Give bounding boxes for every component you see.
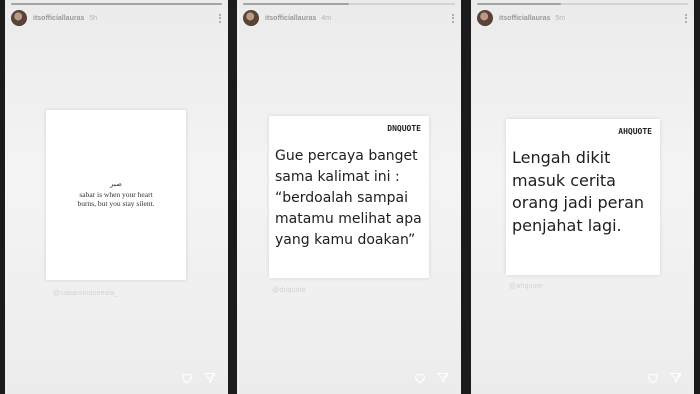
quote-line: sama kalimat ini : <box>275 169 400 185</box>
quote-line: burns, but you stay silent. <box>77 199 155 208</box>
send-icon[interactable] <box>437 372 449 384</box>
story-progress-bar <box>477 3 688 5</box>
mention-sticker[interactable]: @ahquote <box>509 283 543 290</box>
more-options-icon[interactable] <box>218 13 222 23</box>
story-footer-actions <box>646 372 682 384</box>
story-progress-bar <box>243 3 455 5</box>
heart-icon[interactable] <box>180 372 194 384</box>
quote-line: yang kamu doakan” <box>275 232 416 248</box>
quote-card: صبر sabar is when your heart burns, but … <box>46 110 186 280</box>
quote-line: “berdoalah sampai <box>275 190 408 206</box>
story-panel-3[interactable]: itsofficiallauras 5m AHQUOTE Lengah diki… <box>471 0 694 394</box>
send-icon[interactable] <box>670 372 682 384</box>
story-footer-actions <box>413 372 449 384</box>
brand-label: AHQUOTE <box>618 127 652 136</box>
quote-text: sabar is when your heart burns, but you … <box>46 190 186 208</box>
story-header: itsofficiallauras 4m <box>243 9 455 27</box>
story-time: 4m <box>321 14 332 22</box>
story-footer-actions <box>180 372 216 384</box>
story-time: 5m <box>555 14 566 22</box>
send-icon[interactable] <box>204 372 216 384</box>
story-panel-1[interactable]: itsofficiallauras 5h صبر sabar is when y… <box>5 0 228 394</box>
mention-sticker[interactable]: @sabarsindonesia_ <box>53 290 118 297</box>
more-options-icon[interactable] <box>684 13 688 23</box>
story-header: itsofficiallauras 5m <box>477 9 688 27</box>
profile-avatar[interactable] <box>11 10 27 26</box>
profile-avatar[interactable] <box>477 10 493 26</box>
mention-sticker[interactable]: @dnquote <box>272 287 306 294</box>
heart-icon[interactable] <box>413 372 427 384</box>
heart-icon[interactable] <box>646 372 660 384</box>
story-panel-2[interactable]: itsofficiallauras 4m DNQUOTE Gue percaya… <box>237 0 461 394</box>
story-header: itsofficiallauras 5h <box>11 9 222 27</box>
brand-label: DNQUOTE <box>387 124 421 133</box>
story-progress-bar <box>11 3 222 5</box>
quote-card: DNQUOTE Gue percaya banget sama kalimat … <box>269 116 429 278</box>
quote-text: Gue percaya banget sama kalimat ini : “b… <box>275 146 423 251</box>
quote-card: AHQUOTE Lengah dikit masuk cerita orang … <box>506 119 660 275</box>
quote-line: Gue percaya banget <box>275 148 418 164</box>
story-username[interactable]: itsofficiallauras <box>265 15 316 22</box>
profile-avatar[interactable] <box>243 10 259 26</box>
quote-line: sabar is when your heart <box>79 190 153 199</box>
quote-line: orang jadi peran <box>512 193 645 212</box>
quote-line: penjahat lagi. <box>512 215 622 235</box>
quote-line: matamu melihat apa <box>275 211 422 227</box>
quote-line: Lengah dikit <box>512 148 611 167</box>
story-username[interactable]: itsofficiallauras <box>499 15 550 22</box>
story-username[interactable]: itsofficiallauras <box>33 15 84 22</box>
quote-line: masuk cerita <box>512 170 616 190</box>
more-options-icon[interactable] <box>451 13 455 23</box>
quote-text: Lengah dikit masuk cerita orang jadi per… <box>512 147 654 237</box>
story-time: 5h <box>89 14 98 22</box>
arabic-word: صبر <box>110 180 122 188</box>
